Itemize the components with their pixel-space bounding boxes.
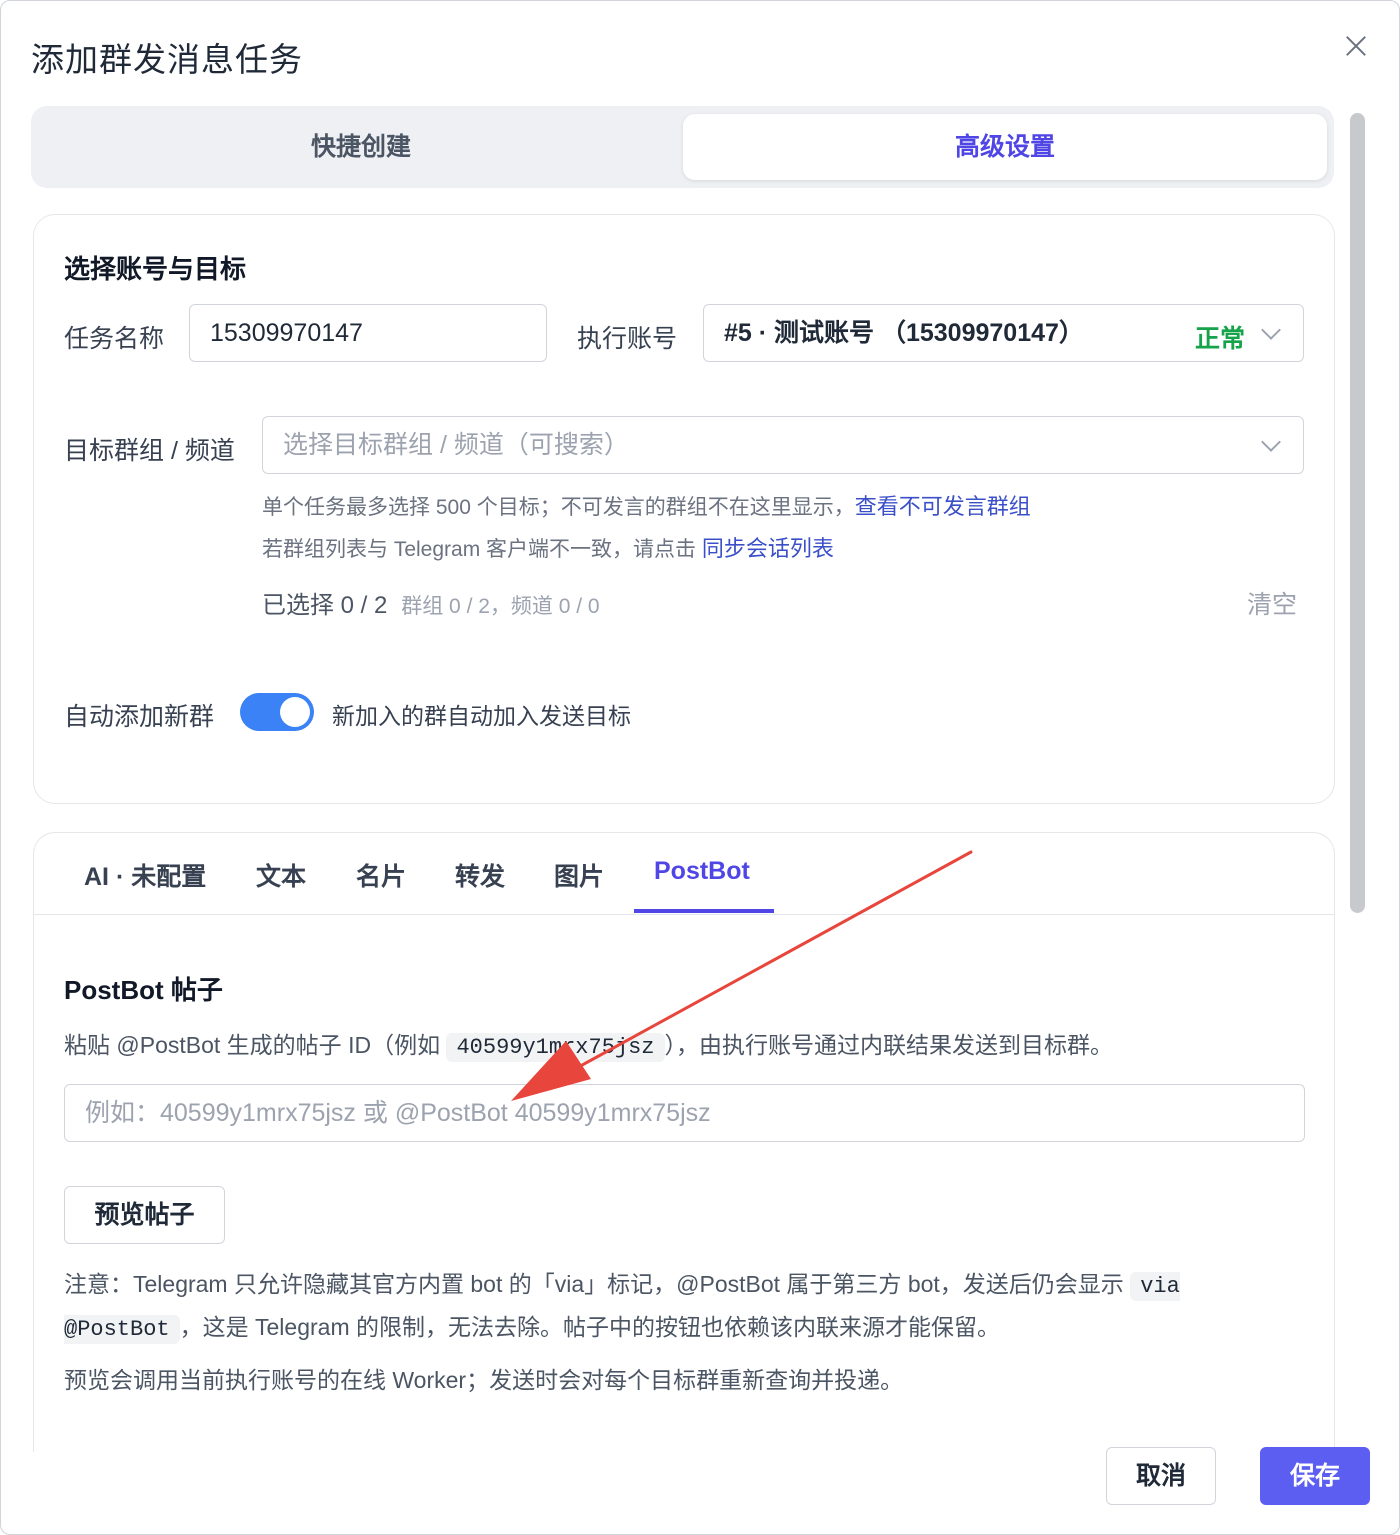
task-name-input[interactable]: 15309970147: [189, 304, 547, 362]
note-text: 注意：Telegram 只允许隐藏其官方内置 bot 的「via」标记，@Pos…: [64, 1271, 1131, 1297]
content-tabs: AI · 未配置 文本 名片 转发 图片 PostBot: [34, 833, 1334, 915]
tab-advanced-settings[interactable]: 高级设置: [683, 114, 1327, 180]
auto-add-description: 新加入的群自动加入发送目标: [332, 703, 631, 729]
task-name-label: 任务名称: [64, 325, 165, 353]
scrollbar-thumb[interactable]: [1350, 113, 1365, 913]
desc-text: ），由执行账号通过内联结果发送到目标群。: [664, 1032, 1114, 1058]
content-card: AI · 未配置 文本 名片 转发 图片 PostBot PostBot 帖子 …: [33, 832, 1335, 1452]
groups-select[interactable]: 选择目标群组 / 频道（可搜索）: [262, 416, 1304, 474]
desc-text: 粘贴 @PostBot 生成的帖子 ID（例如: [64, 1032, 447, 1058]
close-icon[interactable]: [1341, 31, 1371, 61]
post-id-input[interactable]: 例如：40599y1mrx75jsz 或 @PostBot 40599y1mrx…: [64, 1084, 1305, 1142]
clear-button[interactable]: 清空: [1247, 585, 1297, 621]
account-status-badge: 正常: [1195, 325, 1246, 353]
active-tab-indicator: [634, 909, 774, 913]
section-title-target: 选择账号与目标: [64, 254, 247, 284]
tab-forward[interactable]: 转发: [455, 857, 505, 893]
hint-text: 单个任务最多选择 500 个目标；不可发言的群组不在这里显示，: [262, 496, 855, 519]
postbot-note: 注意：Telegram 只允许隐藏其官方内置 bot 的「via」标记，@Pos…: [64, 1264, 1304, 1350]
preview-post-button[interactable]: 预览帖子: [64, 1186, 225, 1244]
tab-quick-create[interactable]: 快捷创建: [41, 114, 681, 180]
tab-card[interactable]: 名片: [356, 857, 406, 893]
tab-postbot[interactable]: PostBot: [654, 857, 750, 886]
postbot-description: 粘贴 @PostBot 生成的帖子 ID（例如 40599y1mrx75jsz）…: [64, 1025, 1113, 1068]
postbot-note-2: 预览会调用当前执行账号的在线 Worker；发送时会对每个目标群重新查询并投递。: [64, 1367, 904, 1393]
groups-label: 目标群组 / 频道: [64, 437, 235, 465]
tab-text[interactable]: 文本: [256, 857, 306, 893]
groups-hint-2: 若群组列表与 Telegram 客户端不一致，请点击 同步会话列表: [262, 531, 834, 563]
cancel-button[interactable]: 取消: [1106, 1447, 1216, 1505]
selected-detail: 群组 0 / 2，频道 0 / 0: [401, 595, 600, 618]
hint-text: 若群组列表与 Telegram 客户端不一致，请点击: [262, 538, 702, 561]
account-value: #5 · 测试账号 （15309970147）: [724, 319, 1084, 347]
selected-count: 已选择 0 / 2: [262, 592, 388, 619]
dialog-title: 添加群发消息任务: [31, 41, 303, 78]
task-dialog: 添加群发消息任务 快捷创建 高级设置 选择账号与目标 任务名称 15309970…: [0, 0, 1400, 1535]
note-text: ，这是 Telegram 的限制，无法去除。帖子中的按钮也依赖该内联来源才能保留…: [179, 1314, 1000, 1340]
postbot-title: PostBot 帖子: [64, 975, 223, 1005]
groups-hint-1: 单个任务最多选择 500 个目标；不可发言的群组不在这里显示，查看不可发言群组: [262, 489, 1031, 521]
selection-summary: 已选择 0 / 2 群组 0 / 2，频道 0 / 0: [262, 585, 600, 620]
auto-add-toggle[interactable]: [240, 693, 314, 731]
target-card: 选择账号与目标 任务名称 15309970147 执行账号 #5 · 测试账号 …: [33, 214, 1335, 804]
example-post-id: 40599y1mrx75jsz: [446, 1033, 665, 1062]
sync-dialogs-link[interactable]: 同步会话列表: [702, 536, 834, 561]
tab-image[interactable]: 图片: [554, 857, 604, 893]
tab-ai[interactable]: AI · 未配置: [84, 857, 206, 893]
mode-switch: 快捷创建 高级设置: [31, 106, 1334, 188]
toggle-knob: [280, 697, 310, 727]
auto-add-label: 自动添加新群: [64, 703, 215, 731]
view-muted-groups-link[interactable]: 查看不可发言群组: [855, 494, 1031, 519]
account-label: 执行账号: [577, 325, 678, 353]
save-button[interactable]: 保存: [1260, 1447, 1370, 1505]
